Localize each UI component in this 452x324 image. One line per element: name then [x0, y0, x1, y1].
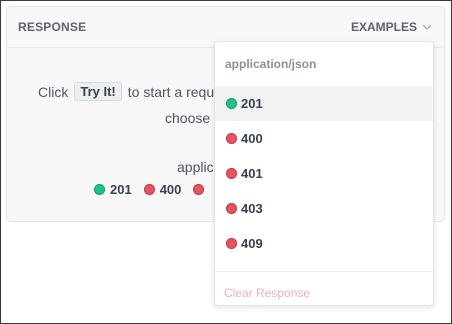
dropdown-item-label: 403: [241, 201, 263, 216]
status-codes-row: 201 400: [94, 182, 205, 197]
examples-dropdown-toggle[interactable]: EXAMPLES: [351, 20, 432, 34]
status-code-201[interactable]: 201: [94, 182, 132, 197]
dropdown-item-409[interactable]: 409: [215, 226, 433, 261]
status-code-partial: [193, 184, 205, 195]
dropdown-item-label: 409: [241, 236, 263, 251]
dropdown-item-label: 401: [241, 166, 263, 181]
chevron-down-icon: [422, 24, 432, 30]
applic-text: applic: [177, 159, 214, 175]
status-code-label: 201: [110, 182, 132, 197]
dropdown-item-label: 400: [241, 131, 263, 146]
dropdown-item-201[interactable]: 201: [215, 86, 433, 121]
instruction-line: Click Try It! to start a reque: [38, 82, 222, 101]
error-dot-icon: [226, 238, 237, 249]
click-text: Click: [38, 83, 69, 100]
dropdown-item-400[interactable]: 400: [215, 121, 433, 156]
status-code-400[interactable]: 400: [143, 182, 182, 197]
error-dot-icon: [226, 203, 237, 214]
success-dot-icon: [94, 184, 105, 195]
dropdown-header: application/json: [225, 57, 317, 71]
choose-text: choose: [165, 110, 211, 126]
status-code-label: 400: [159, 182, 182, 197]
try-it-button[interactable]: Try It!: [74, 82, 122, 101]
error-dot-icon: [226, 168, 237, 179]
dropdown-item-401[interactable]: 401: [215, 156, 433, 191]
dropdown-item-label: 201: [241, 96, 263, 111]
error-dot-icon: [193, 184, 205, 195]
success-dot-icon: [226, 98, 237, 109]
examples-label: EXAMPLES: [350, 20, 417, 34]
clear-response-button[interactable]: Clear Response: [215, 272, 433, 313]
start-text: to start a reque: [127, 83, 222, 100]
panel-title: RESPONSE: [18, 20, 87, 34]
dropdown-item-403[interactable]: 403: [215, 191, 433, 226]
error-dot-icon: [226, 133, 237, 144]
examples-dropdown-menu: application/json 201 400 401 403 409 Cle…: [214, 41, 434, 306]
error-dot-icon: [143, 184, 155, 195]
